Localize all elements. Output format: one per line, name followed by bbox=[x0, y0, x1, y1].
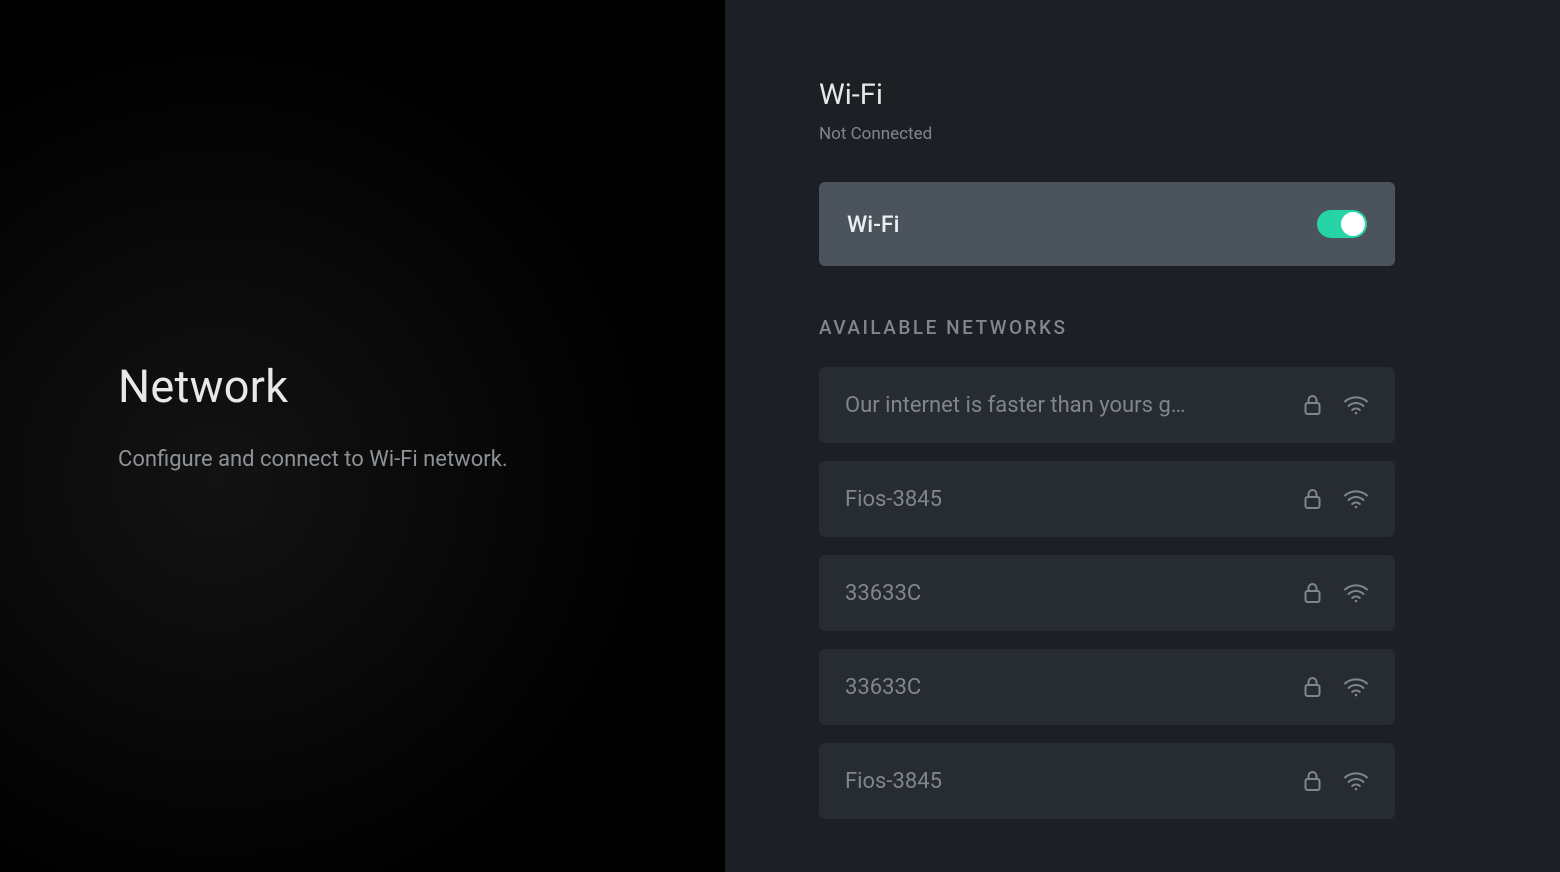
wifi-toggle-label: Wi-Fi bbox=[847, 211, 899, 238]
wifi-icon bbox=[1343, 395, 1369, 415]
lock-icon bbox=[1304, 676, 1321, 698]
wifi-icon bbox=[1343, 583, 1369, 603]
network-ssid: Fios-3845 bbox=[845, 487, 1304, 512]
wifi-toggle[interactable] bbox=[1317, 210, 1367, 238]
network-item[interactable]: Fios-3845 bbox=[819, 743, 1395, 819]
section-available-networks: AVAILABLE NETWORKS bbox=[819, 316, 1395, 339]
network-ssid: Our internet is faster than yours g… bbox=[845, 393, 1304, 418]
network-ssid: 33633C bbox=[845, 581, 1304, 606]
network-item[interactable]: Fios-3845 bbox=[819, 461, 1395, 537]
network-item[interactable]: Our internet is faster than yours g… bbox=[819, 367, 1395, 443]
wifi-icon bbox=[1343, 771, 1369, 791]
network-item[interactable]: 33633C bbox=[819, 649, 1395, 725]
network-item[interactable]: 33633C bbox=[819, 555, 1395, 631]
wifi-toggle-row[interactable]: Wi-Fi bbox=[819, 182, 1395, 266]
lock-icon bbox=[1304, 770, 1321, 792]
wifi-icon bbox=[1343, 677, 1369, 697]
page-title: Network bbox=[118, 360, 725, 413]
network-ssid: Fios-3845 bbox=[845, 769, 1304, 794]
lock-icon bbox=[1304, 394, 1321, 416]
page-subtitle: Configure and connect to Wi-Fi network. bbox=[118, 447, 725, 472]
left-panel: Network Configure and connect to Wi-Fi n… bbox=[0, 0, 725, 872]
right-panel: Wi-Fi Not Connected Wi-Fi AVAILABLE NETW… bbox=[725, 0, 1560, 872]
lock-icon bbox=[1304, 582, 1321, 604]
network-ssid: 33633C bbox=[845, 675, 1304, 700]
wifi-title: Wi-Fi bbox=[819, 78, 1395, 112]
lock-icon bbox=[1304, 488, 1321, 510]
wifi-status: Not Connected bbox=[819, 124, 1395, 144]
wifi-icon bbox=[1343, 489, 1369, 509]
